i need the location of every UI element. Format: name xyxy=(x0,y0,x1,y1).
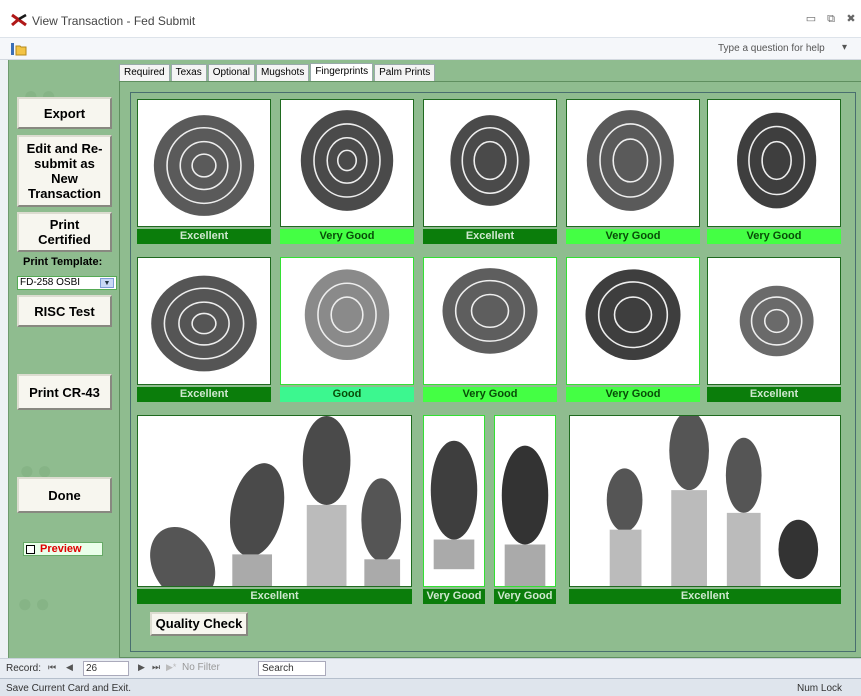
fingerprint-grid: Excellent Very Good Excellent Very Good … xyxy=(130,92,856,652)
tab-fingerprints[interactable]: Fingerprints xyxy=(310,63,374,81)
fingerprints-panel: Excellent Very Good Excellent Very Good … xyxy=(119,81,861,658)
search-input[interactable]: Search xyxy=(258,661,326,676)
record-navigation-bar: Record: ⏮ ◀ 26 ▶ ⏭ ▶* No Filter Search xyxy=(0,658,861,678)
tab-mugshots[interactable]: Mugshots xyxy=(255,64,310,81)
help-dropdown-icon[interactable]: ▾ xyxy=(842,42,847,53)
tab-optional[interactable]: Optional xyxy=(207,64,255,81)
title-bar: View Transaction - Fed Submit ▭ ⧉ ✖ xyxy=(0,0,861,38)
quick-access-toolbar: Type a question for help ▾ xyxy=(0,38,861,60)
quality-grade: Excellent xyxy=(137,589,412,604)
tab-required[interactable]: Required xyxy=(119,64,170,81)
risc-test-button[interactable]: RISC Test xyxy=(17,295,112,327)
paw-print-icon: ●● xyxy=(17,588,53,618)
quality-grade: Very Good xyxy=(566,229,700,244)
status-bar: Save Current Card and Exit. Num Lock xyxy=(0,678,861,696)
tab-palm-prints[interactable]: Palm Prints xyxy=(374,64,436,81)
help-search-input[interactable]: Type a question for help xyxy=(718,43,825,54)
tab-texas[interactable]: Texas xyxy=(170,64,207,81)
print-template-label: Print Template: xyxy=(23,256,103,268)
new-record-icon[interactable]: ▶* xyxy=(166,662,176,673)
print-certified-button[interactable]: Print Certified xyxy=(17,212,112,252)
fingerprint-image xyxy=(423,257,557,385)
four-finger-slap-image xyxy=(137,415,412,587)
export-button[interactable]: Export xyxy=(17,97,112,129)
status-message: Save Current Card and Exit. xyxy=(6,683,132,694)
quality-grade: Excellent xyxy=(137,229,271,244)
fingerprint-image xyxy=(707,99,841,227)
next-record-icon[interactable]: ▶ xyxy=(138,662,145,673)
quality-grade: Very Good xyxy=(707,229,841,244)
quality-grade: Excellent xyxy=(569,589,841,604)
quality-grade: Very Good xyxy=(423,589,485,604)
quality-grade: Very Good xyxy=(566,387,700,402)
fingerprint-image xyxy=(280,257,414,385)
close-icon[interactable]: ✖ xyxy=(844,12,858,26)
num-lock-indicator: Num Lock xyxy=(797,683,843,694)
fingerprint-image xyxy=(707,257,841,385)
chevron-down-icon[interactable]: ▼ xyxy=(100,278,114,288)
quality-grade: Excellent xyxy=(423,229,557,244)
previous-record-icon[interactable]: ◀ xyxy=(66,662,73,673)
done-button[interactable]: Done xyxy=(17,477,112,513)
transaction-form: ●● ●● ●● Export Edit and Re-submit as Ne… xyxy=(8,60,861,658)
quality-grade: Very Good xyxy=(423,387,557,402)
quality-grade: Very Good xyxy=(494,589,556,604)
checkbox-box[interactable] xyxy=(26,545,35,554)
open-folder-icon[interactable] xyxy=(10,41,28,57)
edit-resubmit-button[interactable]: Edit and Re-submit as New Transaction xyxy=(17,135,112,207)
no-filter-button[interactable]: No Filter xyxy=(182,662,220,673)
fingerprint-image xyxy=(137,257,271,385)
fingerprint-image xyxy=(137,99,271,227)
fingerprint-image xyxy=(566,99,700,227)
fingerprint-image xyxy=(423,99,557,227)
first-record-icon[interactable]: ⏮ xyxy=(48,662,56,673)
four-finger-slap-image xyxy=(569,415,841,587)
quality-grade: Good xyxy=(280,387,414,402)
print-template-select[interactable]: FD-258 OSBI ▼ xyxy=(17,276,117,290)
tab-strip: Required Texas Optional Mugshots Fingerp… xyxy=(119,63,436,81)
thumb-slap-image xyxy=(494,415,556,587)
record-label: Record: xyxy=(6,663,42,674)
preview-checkbox[interactable]: Preview xyxy=(23,542,103,556)
print-cr43-button[interactable]: Print CR-43 xyxy=(17,374,112,410)
access-app-icon xyxy=(11,13,27,27)
quality-grade: Excellent xyxy=(707,387,841,402)
window-title: View Transaction - Fed Submit xyxy=(32,14,196,28)
minimize-icon[interactable]: ▭ xyxy=(804,12,818,26)
fingerprint-image xyxy=(280,99,414,227)
quality-check-button[interactable]: Quality Check xyxy=(150,612,248,636)
preview-label: Preview xyxy=(40,543,82,555)
restore-icon[interactable]: ⧉ xyxy=(824,12,838,26)
application-window: View Transaction - Fed Submit ▭ ⧉ ✖ Type… xyxy=(0,0,861,696)
quality-grade: Very Good xyxy=(280,229,414,244)
current-record-input[interactable]: 26 xyxy=(83,661,129,676)
thumb-slap-image xyxy=(423,415,485,587)
last-record-icon[interactable]: ⏭ xyxy=(152,662,160,673)
quality-grade: Excellent xyxy=(137,387,271,402)
print-template-value: FD-258 OSBI xyxy=(20,277,81,288)
fingerprint-image xyxy=(566,257,700,385)
